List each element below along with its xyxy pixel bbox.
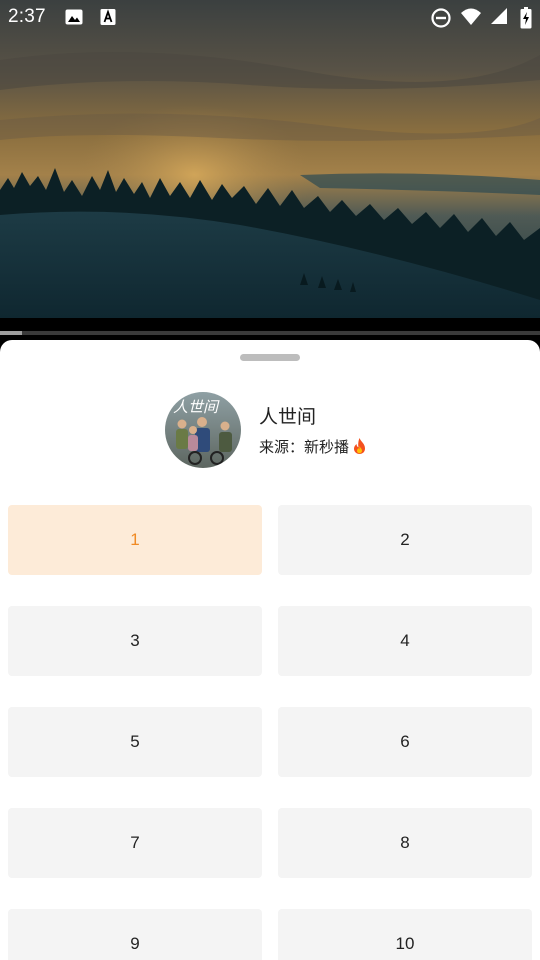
wifi-icon [460, 7, 481, 27]
player-bottom-bar [0, 318, 540, 340]
source-name: 新秒播 [304, 437, 350, 456]
text-a-icon [98, 7, 118, 27]
episode-button[interactable]: 3 [8, 606, 262, 676]
drama-header: 人世间 人世间 来源： 新秒播 [165, 392, 368, 468]
poster-title-text: 人世间 [173, 398, 220, 416]
episode-button[interactable]: 9 [8, 909, 262, 960]
image-icon [64, 7, 84, 27]
episode-sheet: 人世间 人世间 来源： 新秒播 1 2 3 4 5 6 7 8 9 10 [0, 340, 540, 960]
battery-charging-icon [520, 7, 532, 29]
cellular-signal-icon [490, 7, 510, 27]
source-label: 来源： [259, 437, 305, 456]
do-not-disturb-icon [430, 7, 451, 28]
sheet-drag-handle[interactable] [240, 354, 300, 361]
screen: 2:37 人世间 人世间 来源： 新秒播 1 2 3 4 5 6 7 8 9 1… [0, 0, 540, 960]
drama-source: 来源： 新秒播 [259, 436, 368, 457]
episode-button[interactable]: 2 [278, 505, 532, 575]
episode-button[interactable]: 10 [278, 909, 532, 960]
episode-button[interactable]: 8 [278, 808, 532, 878]
status-time: 2:37 [8, 6, 46, 27]
status-bar: 2:37 [0, 0, 540, 34]
drama-title: 人世间 [259, 405, 317, 428]
video-progress-fill [0, 331, 22, 335]
episode-grid: 1 2 3 4 5 6 7 8 9 10 [8, 505, 532, 960]
episode-button[interactable]: 7 [8, 808, 262, 878]
fire-icon [351, 437, 368, 455]
video-frame [0, 0, 540, 318]
episode-button[interactable]: 1 [8, 505, 262, 575]
episode-button[interactable]: 4 [278, 606, 532, 676]
video-player[interactable] [0, 0, 540, 318]
drama-poster: 人世间 [165, 392, 241, 468]
episode-button[interactable]: 6 [278, 707, 532, 777]
video-progress-bar[interactable] [0, 331, 540, 335]
episode-button[interactable]: 5 [8, 707, 262, 777]
